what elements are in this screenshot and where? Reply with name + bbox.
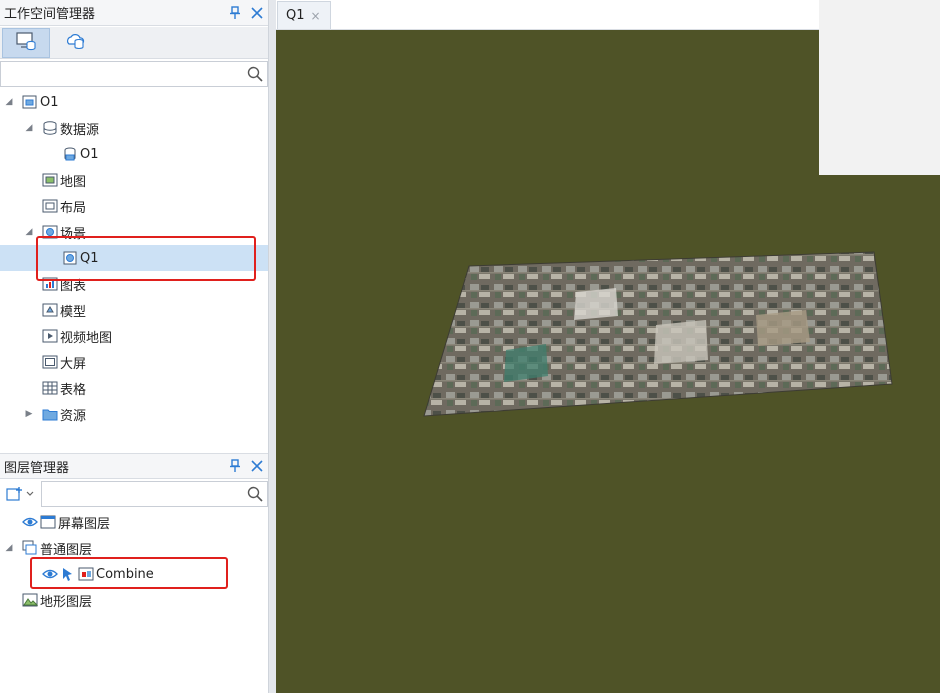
layer-panel-title: 图层管理器 bbox=[4, 460, 70, 476]
tree-node-video-maps[interactable]: 视频地图 bbox=[0, 323, 268, 349]
collapse-triangle-icon[interactable]: ◢ bbox=[24, 123, 34, 133]
tree-node-resources[interactable]: ▶ 资源 bbox=[0, 401, 268, 427]
tree-label: 大屏 bbox=[60, 356, 87, 372]
tree-node-maps[interactable]: 地图 bbox=[0, 167, 268, 193]
collapse-triangle-icon[interactable]: ◢ bbox=[24, 227, 34, 237]
tree-label: 数据源 bbox=[60, 122, 100, 138]
tree-label: 普通图层 bbox=[40, 542, 93, 558]
tree-node-layouts[interactable]: 布局 bbox=[0, 193, 268, 219]
search-icon[interactable] bbox=[247, 486, 263, 506]
tree-label: 布局 bbox=[60, 200, 87, 216]
pin-icon[interactable] bbox=[224, 455, 246, 477]
tree-node-workspace-root[interactable]: ◢ O1 bbox=[0, 89, 268, 115]
tree-node-tables[interactable]: 表格 bbox=[0, 375, 268, 401]
tree-node-datasources[interactable]: ◢ 数据源 bbox=[0, 115, 268, 141]
layer-group-icon bbox=[22, 540, 38, 556]
left-dock: 工作空间管理器 ◢ O1 ◢ 数据源 O1 地图 布局 ◢ 场景 Q1 图表 模… bbox=[0, 0, 268, 693]
tree-label: 资源 bbox=[60, 408, 87, 424]
tree-label: 视频地图 bbox=[60, 330, 113, 346]
tree-label: O1 bbox=[80, 146, 99, 162]
workspace-panel-title: 工作空间管理器 bbox=[4, 7, 96, 22]
tab-label: Q1 bbox=[286, 8, 305, 23]
map-icon bbox=[42, 172, 58, 188]
model-feature bbox=[756, 310, 810, 346]
datasource-icon bbox=[42, 120, 58, 136]
layer-node-screen-layer[interactable]: 屏幕图层 bbox=[0, 509, 268, 535]
close-icon[interactable] bbox=[246, 2, 268, 24]
workspace-icon bbox=[22, 94, 38, 110]
video-map-icon bbox=[42, 328, 58, 344]
database-monitor-icon bbox=[15, 31, 37, 55]
highlight-box bbox=[30, 557, 228, 589]
local-workspace-tab[interactable] bbox=[2, 27, 50, 58]
eye-icon[interactable] bbox=[22, 514, 38, 530]
tree-label: O1 bbox=[40, 94, 59, 110]
tree-label: 屏幕图层 bbox=[58, 516, 111, 532]
tree-label: 地形图层 bbox=[40, 594, 93, 610]
app-window: 工作空间管理器 ◢ O1 ◢ 数据源 O1 地图 布局 ◢ 场景 Q1 图表 模… bbox=[0, 0, 940, 693]
tree-node-models[interactable]: 模型 bbox=[0, 297, 268, 323]
model-feature bbox=[504, 344, 548, 382]
collapse-triangle-icon[interactable]: ◢ bbox=[4, 97, 14, 107]
layout-icon bbox=[42, 198, 58, 214]
model-icon bbox=[42, 302, 58, 318]
model-feature bbox=[574, 288, 618, 320]
cloud-database-icon bbox=[65, 31, 87, 55]
close-icon[interactable] bbox=[246, 455, 268, 477]
tree-label: 模型 bbox=[60, 304, 87, 320]
screen-layer-icon bbox=[40, 514, 56, 530]
tree-label: 地图 bbox=[60, 174, 87, 190]
tab-scene-q1[interactable]: Q1 × bbox=[277, 1, 331, 29]
layer-panel-header: 图层管理器 bbox=[0, 453, 268, 479]
workspace-tabs bbox=[0, 27, 268, 59]
terrain-icon bbox=[22, 592, 39, 608]
close-icon[interactable]: × bbox=[311, 9, 321, 23]
layer-node-terrain-layer[interactable]: 地形图层 bbox=[0, 587, 268, 613]
big-screen-icon bbox=[42, 354, 58, 370]
collapse-triangle-icon[interactable]: ◢ bbox=[4, 543, 14, 553]
expand-triangle-icon[interactable]: ▶ bbox=[24, 409, 34, 419]
tree-node-datasource-o1[interactable]: O1 bbox=[0, 141, 268, 167]
tree-label: 表格 bbox=[60, 382, 87, 398]
folder-icon bbox=[42, 406, 58, 422]
datasource-file-icon bbox=[62, 146, 78, 162]
search-icon[interactable] bbox=[247, 66, 263, 82]
highlight-box bbox=[36, 236, 256, 281]
tree-node-big-screens[interactable]: 大屏 bbox=[0, 349, 268, 375]
pin-icon[interactable] bbox=[224, 2, 246, 24]
table-icon bbox=[42, 380, 58, 396]
workspace-panel-header: 工作空间管理器 bbox=[0, 0, 268, 26]
add-layer-button[interactable] bbox=[0, 481, 40, 507]
cloud-workspace-tab[interactable] bbox=[52, 28, 100, 58]
workspace-search-input[interactable] bbox=[0, 61, 268, 87]
dock-splitter[interactable] bbox=[268, 0, 276, 693]
blank-area bbox=[819, 0, 940, 175]
layer-search-input[interactable] bbox=[41, 481, 268, 507]
model-feature bbox=[654, 320, 708, 364]
